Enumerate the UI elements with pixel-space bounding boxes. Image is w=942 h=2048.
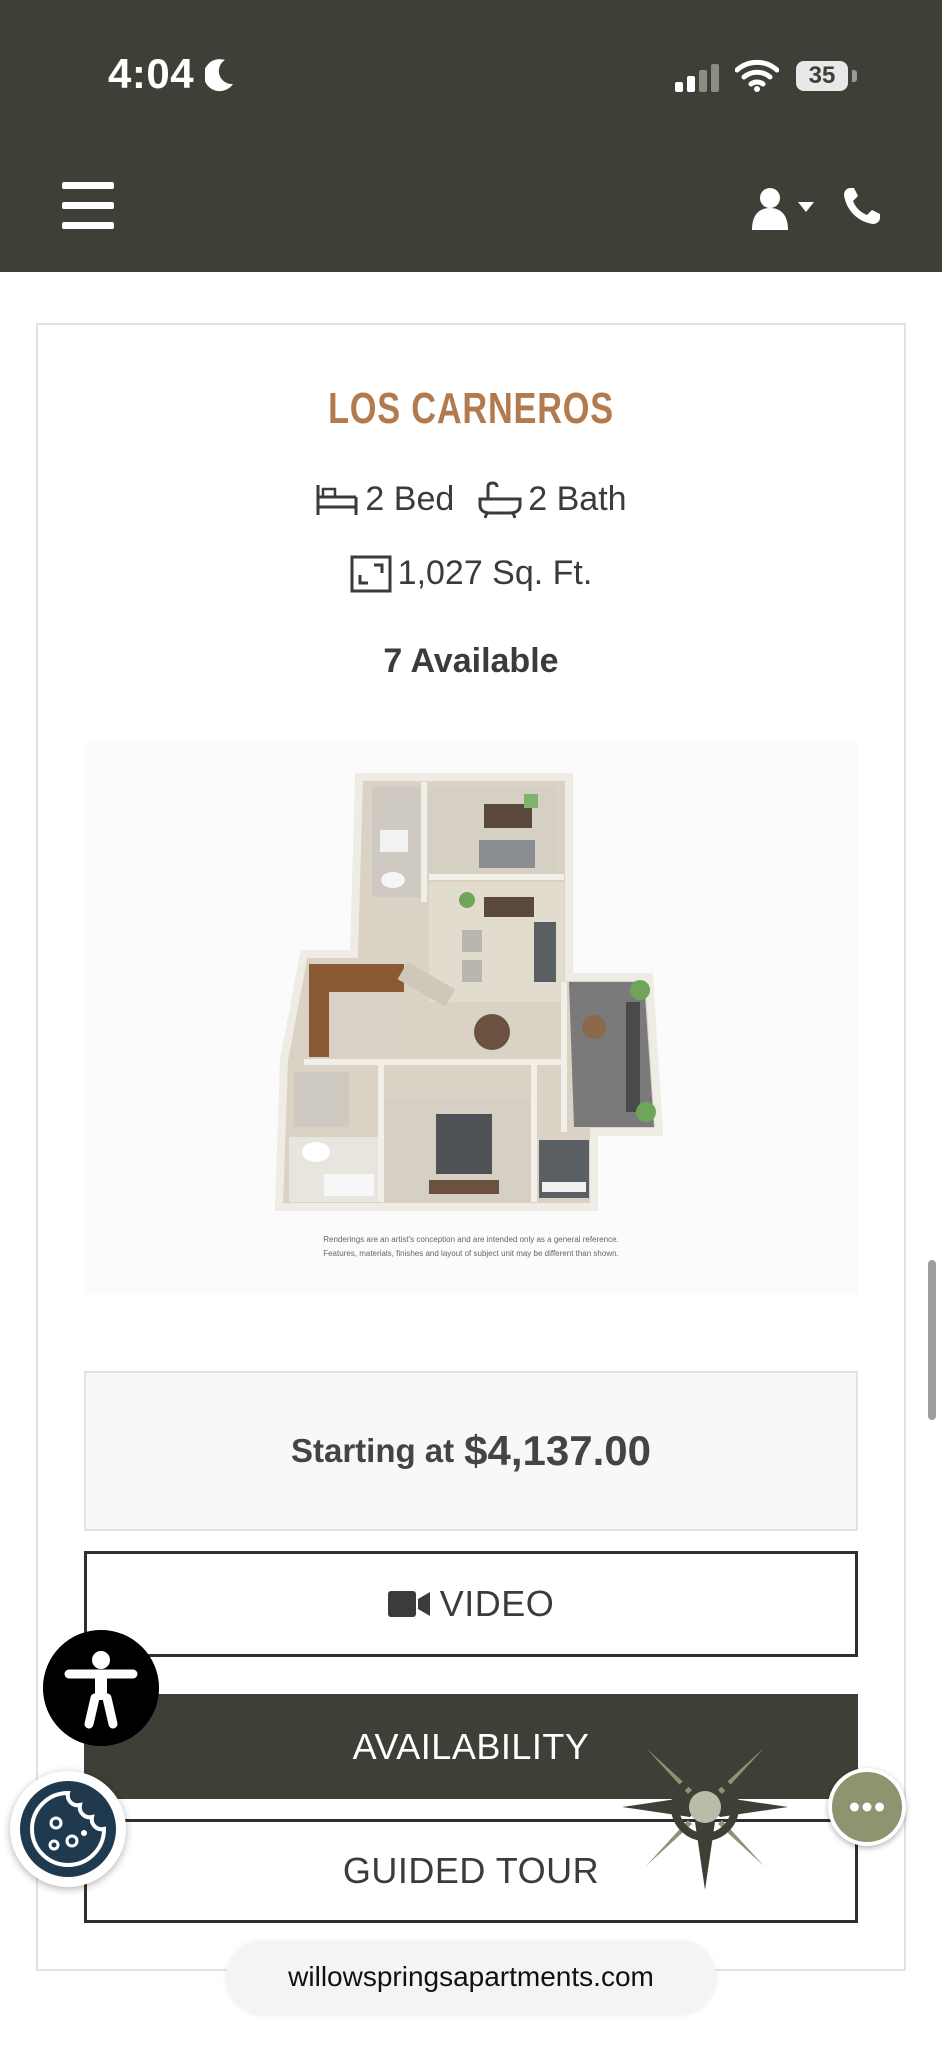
bed-bath-row: 2 Bed 2 Bath bbox=[0, 480, 942, 519]
area-spec: 1,027 Sq. Ft. bbox=[350, 554, 593, 593]
cellular-signal-icon bbox=[675, 64, 719, 92]
video-button-label: VIDEO bbox=[439, 1583, 555, 1624]
user-account-button[interactable] bbox=[752, 186, 818, 230]
guided-tour-button-label: GUIDED TOUR bbox=[342, 1850, 600, 1891]
floor-plan-image[interactable]: Renderings are an artist's conception an… bbox=[84, 742, 858, 1294]
units-available: 7 Available bbox=[383, 642, 559, 680]
price-value: $4,137.00 bbox=[464, 1427, 652, 1474]
area-row: 1,027 Sq. Ft. bbox=[0, 554, 942, 593]
bed-icon bbox=[316, 484, 358, 515]
url-text: willowspringsapartments.com bbox=[288, 1961, 654, 1992]
baths-label: 2 Bath bbox=[528, 480, 627, 518]
page-scrollbar[interactable] bbox=[928, 1260, 936, 1420]
battery-level: 35 bbox=[796, 61, 848, 91]
starting-price-box: Starting at $4,137.00 bbox=[84, 1371, 858, 1531]
area-label: 1,027 Sq. Ft. bbox=[397, 554, 593, 592]
chat-more-button[interactable] bbox=[828, 1768, 906, 1846]
baths-spec: 2 Bath bbox=[478, 480, 627, 519]
browser-url-bar[interactable]: willowspringsapartments.com bbox=[226, 1940, 716, 2014]
floor-plan-title: LOS CARNEROS bbox=[328, 384, 614, 433]
battery-cap bbox=[852, 70, 857, 82]
video-button[interactable]: VIDEO bbox=[84, 1551, 858, 1657]
price-prefix: Starting at bbox=[290, 1432, 455, 1469]
disclaimer-line-2: Features, materials, finishes and layout… bbox=[323, 1249, 619, 1258]
disclaimer-line-1: Renderings are an artist's conception an… bbox=[323, 1235, 619, 1244]
cookie-settings-button[interactable] bbox=[10, 1771, 126, 1887]
phone-button[interactable] bbox=[842, 186, 882, 226]
compass-logo-icon bbox=[622, 1724, 788, 1890]
wifi-icon bbox=[735, 59, 779, 92]
hamburger-icon-line bbox=[62, 202, 114, 209]
bathtub-icon bbox=[478, 480, 522, 519]
status-time: 4:04 bbox=[108, 50, 195, 97]
video-camera-icon bbox=[387, 1591, 430, 1617]
hamburger-icon-line bbox=[62, 222, 114, 229]
beds-spec: 2 Bed bbox=[315, 480, 454, 519]
site-header: 4:04 35 bbox=[0, 0, 942, 272]
moon-icon bbox=[205, 59, 233, 92]
hamburger-icon-line bbox=[62, 182, 114, 189]
availability-button-label: AVAILABILITY bbox=[352, 1725, 590, 1767]
square-footage-icon bbox=[350, 555, 392, 592]
hamburger-menu-button[interactable] bbox=[62, 182, 114, 230]
accessibility-button[interactable] bbox=[43, 1630, 159, 1746]
beds-label: 2 Bed bbox=[365, 480, 455, 518]
